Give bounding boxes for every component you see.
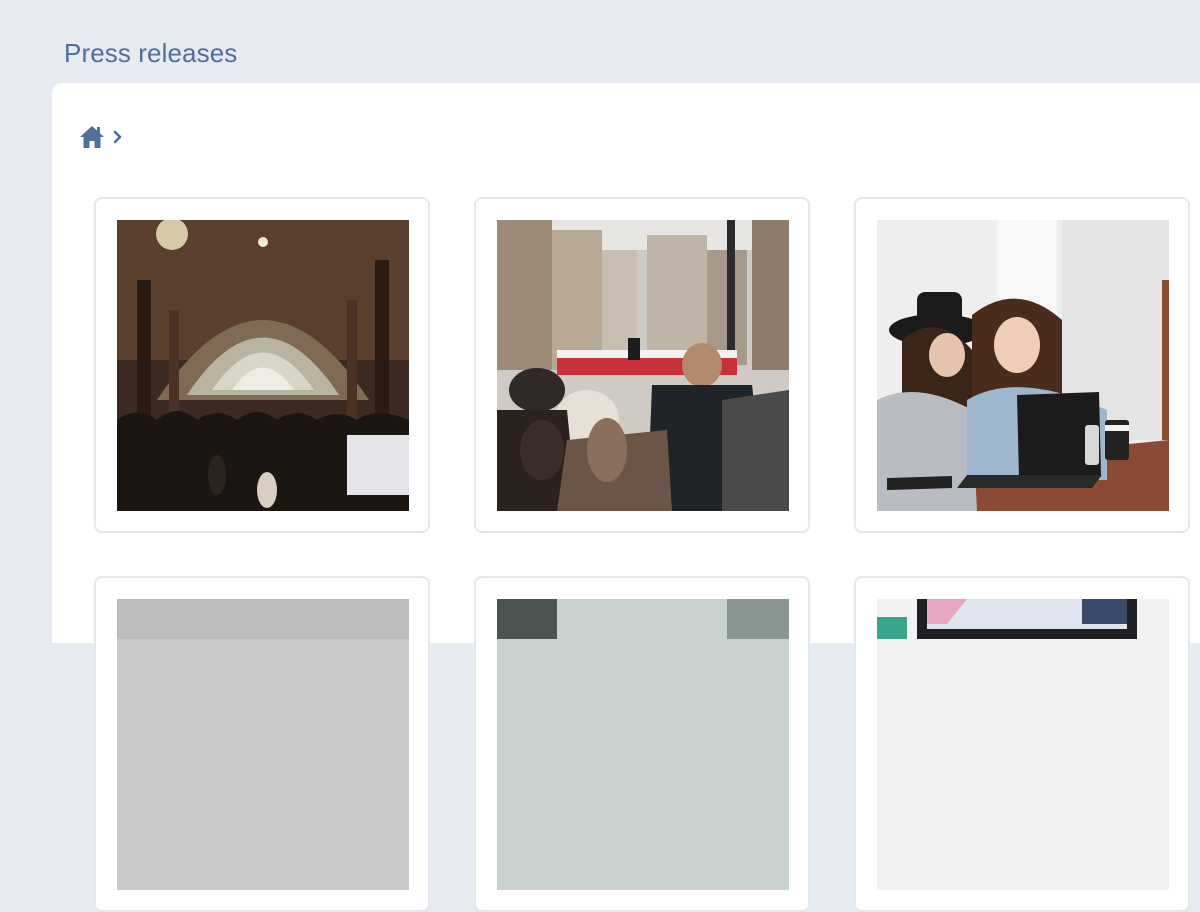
press-release-image[interactable] bbox=[877, 599, 1169, 890]
press-release-card[interactable] bbox=[94, 197, 430, 533]
press-release-card[interactable] bbox=[854, 197, 1190, 533]
home-icon bbox=[80, 126, 104, 148]
breadcrumb-home-link[interactable] bbox=[79, 124, 105, 150]
press-release-image[interactable] bbox=[117, 220, 409, 511]
page-title: Press releases bbox=[64, 38, 238, 68]
press-release-card[interactable] bbox=[474, 576, 810, 912]
press-release-image[interactable] bbox=[877, 220, 1169, 511]
press-release-image[interactable] bbox=[497, 220, 789, 511]
press-release-image[interactable] bbox=[117, 599, 409, 890]
chevron-right-icon bbox=[113, 130, 122, 144]
content-panel bbox=[52, 83, 1200, 912]
press-release-card[interactable] bbox=[854, 576, 1190, 912]
press-release-image[interactable] bbox=[497, 599, 789, 890]
press-release-card[interactable] bbox=[94, 576, 430, 912]
breadcrumb bbox=[79, 124, 123, 150]
press-release-card[interactable] bbox=[474, 197, 810, 533]
